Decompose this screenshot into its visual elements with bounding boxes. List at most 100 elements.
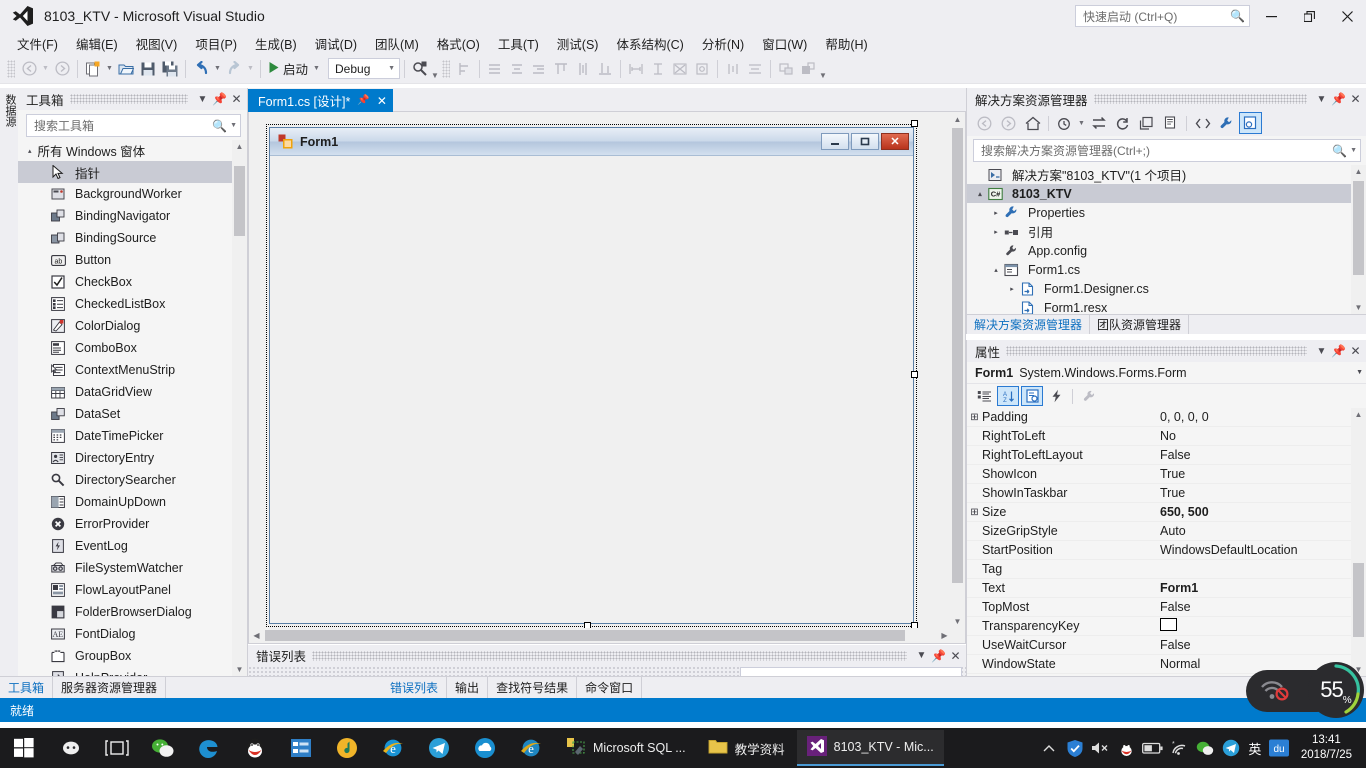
chevron-down-icon[interactable]: ▼: [913, 647, 930, 665]
property-value[interactable]: 650, 500: [1160, 505, 1366, 519]
property-value[interactable]: Auto: [1160, 524, 1366, 538]
toolbox-item-dataset[interactable]: DataSet: [18, 403, 247, 425]
menu-item-project[interactable]: 项目(P): [186, 32, 246, 55]
security-shield-icon[interactable]: [1063, 728, 1087, 768]
bottom-tab-command-window[interactable]: 命令窗口: [577, 677, 643, 698]
toolbox-item-checkedlistbox[interactable]: CheckedListBox: [18, 293, 247, 315]
collapse-all-icon[interactable]: [1135, 112, 1158, 134]
close-icon[interactable]: ✕: [947, 647, 964, 665]
window-close-button[interactable]: [1328, 0, 1366, 32]
tree-item-form1-designer-cs[interactable]: ▸ Form1.Designer.cs: [967, 279, 1366, 298]
explorer-icon[interactable]: [278, 728, 324, 768]
toolbox-item-eventlog[interactable]: EventLog: [18, 535, 247, 557]
new-project-icon[interactable]: [82, 58, 104, 80]
property-value[interactable]: True: [1160, 467, 1366, 481]
menu-item-test[interactable]: 测试(S): [548, 32, 608, 55]
scroll-down-icon[interactable]: ▼: [950, 614, 965, 629]
redo-caret-icon[interactable]: ▼: [245, 58, 256, 80]
panel-drag-dots[interactable]: [1006, 346, 1307, 356]
layout-toolbar-overflow-icon[interactable]: ▼: [819, 71, 827, 80]
toolbox-item-bindingnavigator[interactable]: BindingNavigator: [18, 205, 247, 227]
toolbox-item-datagridview[interactable]: DataGridView: [18, 381, 247, 403]
toolbar-overflow-icon[interactable]: ▼: [431, 71, 439, 80]
navigate-back-icon[interactable]: [18, 58, 40, 80]
chevron-down-icon[interactable]: ▼: [1313, 90, 1330, 108]
resize-grip-top-right[interactable]: [911, 120, 918, 127]
menu-item-help[interactable]: 帮助(H): [816, 32, 876, 55]
menu-item-analyze[interactable]: 分析(N): [693, 32, 753, 55]
toolbox-item-groupbox[interactable]: GroupBox: [18, 645, 247, 667]
expander-icon[interactable]: ▸: [1005, 285, 1019, 293]
scroll-up-icon[interactable]: ▲: [1352, 408, 1365, 421]
property-row-text[interactable]: Text Form1: [967, 579, 1366, 598]
events-lightning-icon[interactable]: [1045, 386, 1067, 406]
expander-icon[interactable]: ⊞: [967, 507, 982, 518]
menu-item-architecture[interactable]: 体系结构(C): [607, 32, 692, 55]
chevron-down-icon[interactable]: ▼: [1313, 342, 1330, 360]
menu-item-edit[interactable]: 编辑(E): [67, 32, 127, 55]
menu-item-build[interactable]: 生成(B): [246, 32, 306, 55]
property-row-showintaskbar[interactable]: ShowInTaskbar True: [967, 484, 1366, 503]
panel-drag-dots[interactable]: [312, 650, 907, 661]
property-row-righttoleftlayout[interactable]: RightToLeftLayout False: [967, 446, 1366, 465]
property-row-tag[interactable]: Tag: [967, 560, 1366, 579]
show-all-files-icon[interactable]: [1159, 112, 1182, 134]
align-middles-icon[interactable]: [572, 58, 594, 80]
designer-vertical-scrollbar[interactable]: ▲ ▼: [950, 112, 965, 629]
toolbox-item-datetimepicker[interactable]: DateTimePicker: [18, 425, 247, 447]
start-debug-button[interactable]: 启动: [265, 58, 311, 80]
property-value[interactable]: True: [1160, 486, 1366, 500]
property-row-showicon[interactable]: ShowIcon True: [967, 465, 1366, 484]
toolbox-group-all-windows-forms[interactable]: ▴ 所有 Windows 窗体: [18, 140, 247, 161]
form-designer-surface[interactable]: Form1 ✕ ▲ ▼ ◀ ▶: [248, 112, 966, 644]
document-tab-form1-designer[interactable]: Form1.cs [设计]* 📌 ✕: [248, 89, 393, 112]
menu-item-team[interactable]: 团队(M): [366, 32, 428, 55]
scroll-up-icon[interactable]: ▲: [1352, 165, 1365, 178]
tab-team-explorer[interactable]: 团队资源管理器: [1090, 315, 1190, 334]
tree-item-app-config[interactable]: App.config: [967, 241, 1366, 260]
toolbox-item-helpprovider[interactable]: HelpProvider: [18, 667, 247, 676]
property-row-size[interactable]: ⊞ Size 650, 500: [967, 503, 1366, 522]
scroll-left-icon[interactable]: ◀: [249, 628, 264, 643]
solution-explorer-scroll-thumb[interactable]: [1353, 181, 1364, 275]
toolbar-grip-2[interactable]: [441, 59, 450, 78]
expander-icon[interactable]: ▸: [989, 209, 1003, 217]
alphabetical-icon[interactable]: AZ: [997, 386, 1019, 406]
menu-item-format[interactable]: 格式(O): [428, 32, 489, 55]
scroll-right-icon[interactable]: ▶: [937, 628, 952, 643]
solution-explorer-scrollbar[interactable]: ▲ ▼: [1351, 165, 1366, 314]
taskbar-task-visual-studio[interactable]: 8103_KTV - Mic...: [796, 730, 944, 766]
vert-spacing-icon[interactable]: [744, 58, 766, 80]
align-baseline-icon[interactable]: [594, 58, 616, 80]
tab-solution-explorer[interactable]: 解决方案资源管理器: [967, 315, 1091, 334]
pin-icon[interactable]: 📌: [357, 95, 369, 106]
undo-icon[interactable]: [190, 58, 212, 80]
ie-icon[interactable]: e: [370, 728, 416, 768]
scroll-up-icon[interactable]: ▲: [950, 112, 965, 127]
floating-system-widget[interactable]: 55 %: [1246, 662, 1366, 718]
pin-icon[interactable]: 📌: [211, 90, 228, 108]
scroll-down-icon[interactable]: ▼: [233, 663, 246, 676]
property-row-sizegripstyle[interactable]: SizeGripStyle Auto: [967, 522, 1366, 541]
pin-icon[interactable]: 📌: [1330, 90, 1347, 108]
property-value[interactable]: No: [1160, 429, 1366, 443]
expander-icon[interactable]: ▴: [989, 266, 1003, 274]
sidebar-tab-data-sources[interactable]: 数据源: [0, 88, 20, 133]
toolbar-grip[interactable]: [7, 59, 15, 78]
send-to-back-icon[interactable]: [797, 58, 819, 80]
toolbox-item-domainupdown[interactable]: DomainUpDown: [18, 491, 247, 513]
start-debug-caret-icon[interactable]: ▼: [311, 58, 322, 80]
menu-item-window[interactable]: 窗口(W): [753, 32, 816, 55]
save-icon[interactable]: [137, 58, 159, 80]
toolbox-scroll-thumb[interactable]: [234, 166, 245, 236]
designer-hscroll-thumb[interactable]: [265, 630, 905, 641]
tree-item-references[interactable]: ▸ 引用: [967, 222, 1366, 241]
expander-icon[interactable]: ⊞: [967, 412, 982, 423]
toolbox-item-backgroundworker[interactable]: BackgroundWorker: [18, 183, 247, 205]
solution-configuration-select[interactable]: Debug ▼: [328, 58, 401, 79]
align-centers-icon[interactable]: [484, 58, 506, 80]
cloud-icon[interactable]: [462, 728, 508, 768]
tree-item-form1-resx[interactable]: Form1.resx: [967, 298, 1366, 314]
property-value[interactable]: Form1: [1160, 581, 1366, 595]
chevron-down-icon[interactable]: ▼: [230, 122, 237, 129]
